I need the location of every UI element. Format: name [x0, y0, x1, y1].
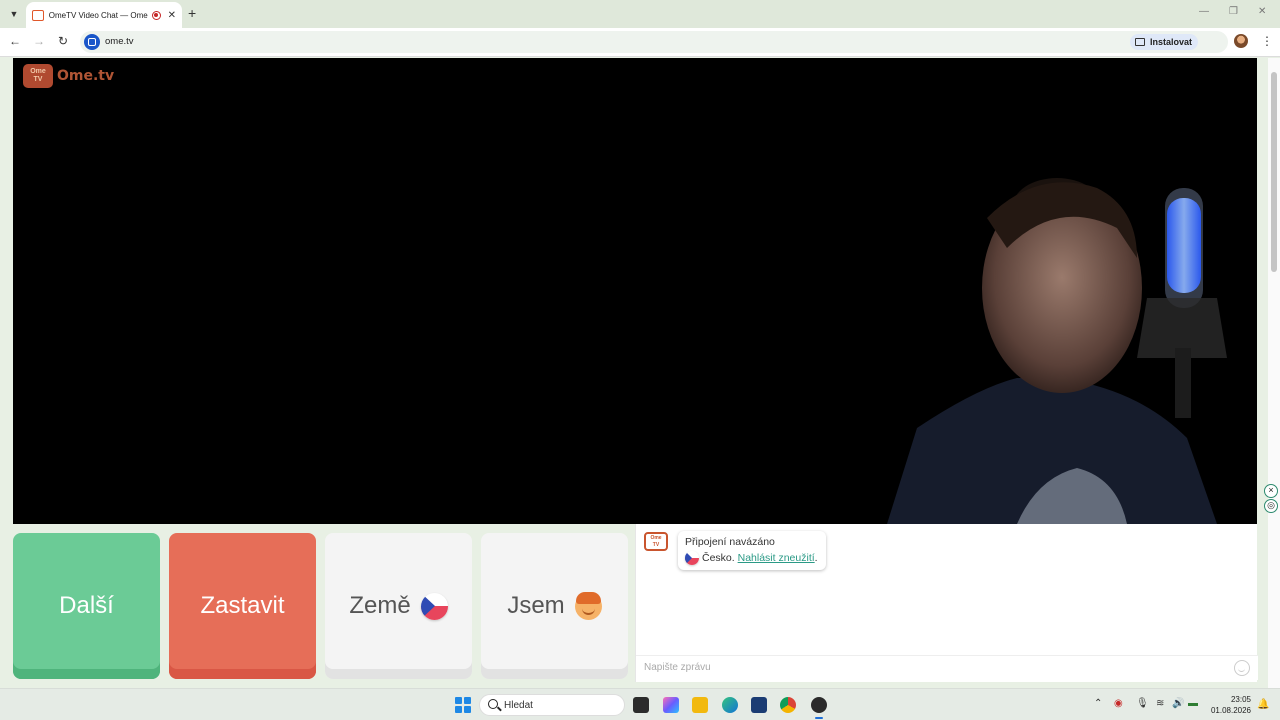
emoji-icon[interactable]	[1234, 660, 1250, 676]
record-tray-icon[interactable]: ◉	[1114, 698, 1123, 709]
notification-bell-icon[interactable]: 🔔	[1257, 699, 1269, 710]
windows-taskbar: Hledat ⌃ ◉ 🎙 ≋ 🔊 ▬ 23:05 01.08.2026 🔔	[0, 688, 1280, 720]
new-tab-button[interactable]: +	[188, 5, 196, 21]
browser-toolbar: ← → ↻ ome.tv Instalovat ☆	[0, 28, 1280, 57]
show-hidden-icons-chevron-icon[interactable]: ⌃	[1094, 698, 1102, 709]
close-window-button[interactable]: ✕	[1258, 6, 1266, 17]
next-label: Další	[59, 592, 114, 619]
minimize-button[interactable]: —	[1199, 6, 1209, 17]
connection-status: Připojení navázáno	[685, 536, 775, 548]
forward-arrow-icon[interactable]: →	[31, 34, 47, 48]
task-view-icon[interactable]	[633, 697, 649, 713]
country-selector-button[interactable]: Země	[325, 533, 472, 679]
period: .	[814, 552, 818, 564]
active-tab[interactable]: OmeTV Video Chat — Ome ✕	[26, 2, 182, 28]
logo-text: Ome.tv	[57, 68, 115, 84]
install-label: Instalovat	[1150, 37, 1193, 47]
ometv-favicon-icon	[32, 9, 44, 21]
czech-flag-icon	[685, 551, 699, 565]
maximize-button[interactable]: ❐	[1229, 6, 1238, 17]
install-icon	[1135, 38, 1145, 46]
site-info-icon[interactable]	[84, 34, 100, 50]
partner-country: Česko.	[702, 552, 735, 564]
chat-input-bar	[636, 655, 1258, 680]
chrome-icon[interactable]	[780, 697, 796, 713]
edge-icon[interactable]	[722, 697, 738, 713]
url-text: ome.tv	[105, 36, 134, 47]
microphone-icon[interactable]: 🎙	[1136, 698, 1149, 709]
system-clock[interactable]: 23:05 01.08.2026	[1205, 694, 1251, 716]
windows-start-icon[interactable]	[455, 697, 471, 713]
recorder-app-icon[interactable]	[811, 697, 827, 713]
search-label: Hledat	[504, 700, 533, 711]
country-label: Země	[349, 592, 411, 619]
gender-selector-button[interactable]: Jsem	[481, 533, 628, 679]
wifi-icon[interactable]: ≋	[1156, 698, 1164, 709]
browser-menu-icon[interactable]: ⋮	[1261, 34, 1273, 48]
system-message: Připojení navázáno Česko. Nahlásit zneuž…	[678, 531, 826, 570]
tab-strip: ▼ OmeTV Video Chat — Ome ✕ + — ❐ ✕	[0, 0, 1280, 28]
search-icon	[488, 699, 498, 709]
back-arrow-icon[interactable]: ←	[7, 34, 23, 48]
close-tab-icon[interactable]: ✕	[168, 10, 176, 21]
close-extension-icon[interactable]: ×	[1264, 484, 1278, 498]
file-explorer-icon[interactable]	[692, 697, 708, 713]
copilot-icon[interactable]	[663, 697, 679, 713]
ometv-logo[interactable]: Ome TV Ome.tv	[23, 64, 114, 88]
page-scrollbar[interactable]	[1268, 58, 1280, 688]
address-bar[interactable]: ome.tv Instalovat ☆	[80, 31, 1228, 53]
report-abuse-link[interactable]: Nahlásit zneužití	[738, 552, 815, 564]
profile-avatar[interactable]	[1234, 34, 1248, 48]
clock-time: 23:05	[1230, 695, 1251, 704]
active-app-indicator	[815, 717, 823, 719]
recording-icon	[151, 10, 161, 20]
clock-date: 01.08.2026	[1210, 706, 1251, 715]
volume-icon[interactable]: 🔊	[1172, 698, 1184, 709]
next-button[interactable]: Další	[13, 533, 160, 679]
video-stream: Ome TV Ome.tv	[13, 58, 1257, 524]
chat-panel: Ome TV Připojení navázáno Česko. Nahlási…	[635, 524, 1258, 682]
partner-video-feed	[887, 178, 1227, 524]
tv-logo-icon: Ome TV	[23, 64, 53, 88]
gender-label: Jsem	[507, 592, 565, 619]
extension-icon[interactable]: ◎	[1264, 499, 1278, 513]
czech-flag-icon	[420, 592, 448, 620]
message-input[interactable]	[644, 656, 1204, 678]
taskbar-search-box[interactable]: Hledat	[479, 694, 625, 716]
scroll-thumb[interactable]	[1271, 72, 1277, 272]
chevron-down-icon: ▼	[9, 9, 19, 19]
store-icon[interactable]	[751, 697, 767, 713]
battery-icon[interactable]: ▬	[1188, 698, 1198, 709]
install-app-button[interactable]: Instalovat	[1130, 34, 1199, 50]
reload-icon[interactable]: ↻	[55, 34, 71, 48]
stop-label: Zastavit	[200, 592, 285, 619]
tab-search-button[interactable]: ▼	[5, 5, 23, 23]
stop-button[interactable]: Zastavit	[169, 533, 316, 679]
ometv-chat-avatar-icon: Ome TV	[644, 532, 668, 551]
tab-title: OmeTV Video Chat — Ome	[48, 10, 148, 20]
boy-face-icon	[574, 591, 602, 620]
